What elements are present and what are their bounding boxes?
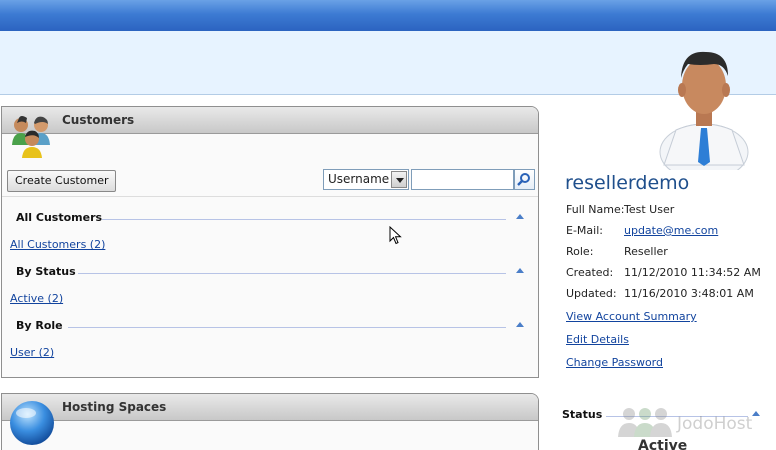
username-title: resellerdemo [565,172,690,194]
watermark-text: JodoHost [677,414,753,434]
group-all-customers: All Customers [16,211,524,227]
search-field-select-value: Username [328,172,390,186]
customers-icon [12,116,50,158]
info-label: Role: [566,245,594,258]
group-divider [68,327,506,328]
collapse-up-icon[interactable] [516,322,524,327]
chevron-down-icon[interactable] [391,171,407,188]
customers-panel-title: Customers [62,113,135,127]
info-value: Test User [624,203,675,216]
globe-icon [10,401,54,445]
group-by-role: By Role [16,319,524,335]
customers-toolbar: Create Customer Username [2,165,538,197]
customers-panel-header: Customers [2,107,538,158]
info-value: 11/12/2010 11:34:52 AM [624,266,761,279]
search-icon [517,173,530,186]
status-heading: Status [562,408,603,421]
change-password-link[interactable]: Change Password [566,356,663,369]
info-label: Full Name: [566,203,625,216]
search-input[interactable] [411,169,514,190]
hosting-spaces-panel-title: Hosting Spaces [62,400,167,414]
create-customer-button[interactable]: Create Customer [7,170,117,192]
group-by-status: By Status [16,265,524,281]
status-active-link[interactable]: Active (2) [10,292,63,305]
info-label: Updated: [566,287,617,300]
info-label: E-Mail: [566,224,603,237]
hosting-spaces-panel-header: Hosting Spaces [2,394,538,445]
edit-details-link[interactable]: Edit Details [566,333,629,346]
role-user-link[interactable]: User (2) [10,346,54,359]
watermark: JodoHost [615,405,765,439]
group-by-status-heading: By Status [16,265,76,278]
hosting-spaces-panel: Hosting Spaces [1,393,539,450]
group-divider [78,273,506,274]
search-field-select[interactable]: Username [323,169,409,190]
view-account-summary-link[interactable]: View Account Summary [566,310,697,323]
group-all-customers-heading: All Customers [16,211,103,224]
group-by-role-heading: By Role [16,319,63,332]
info-value: 11/16/2010 3:48:01 AM [624,287,754,300]
mouse-cursor-icon [389,226,402,245]
email-link[interactable]: update@me.com [624,224,718,237]
collapse-up-icon[interactable] [516,268,524,273]
info-label: Created: [566,266,614,279]
info-value: Reseller [624,245,668,258]
people-watermark-icon [618,408,672,437]
collapse-up-icon[interactable] [516,214,524,219]
status-value: Active [638,438,688,450]
search-button[interactable] [514,169,535,190]
top-banner [0,0,776,31]
group-divider [102,219,506,220]
all-customers-link[interactable]: All Customers (2) [10,238,105,251]
user-avatar-icon [659,51,749,170]
customers-panel: Customers Create Customer Username All C… [1,106,539,378]
